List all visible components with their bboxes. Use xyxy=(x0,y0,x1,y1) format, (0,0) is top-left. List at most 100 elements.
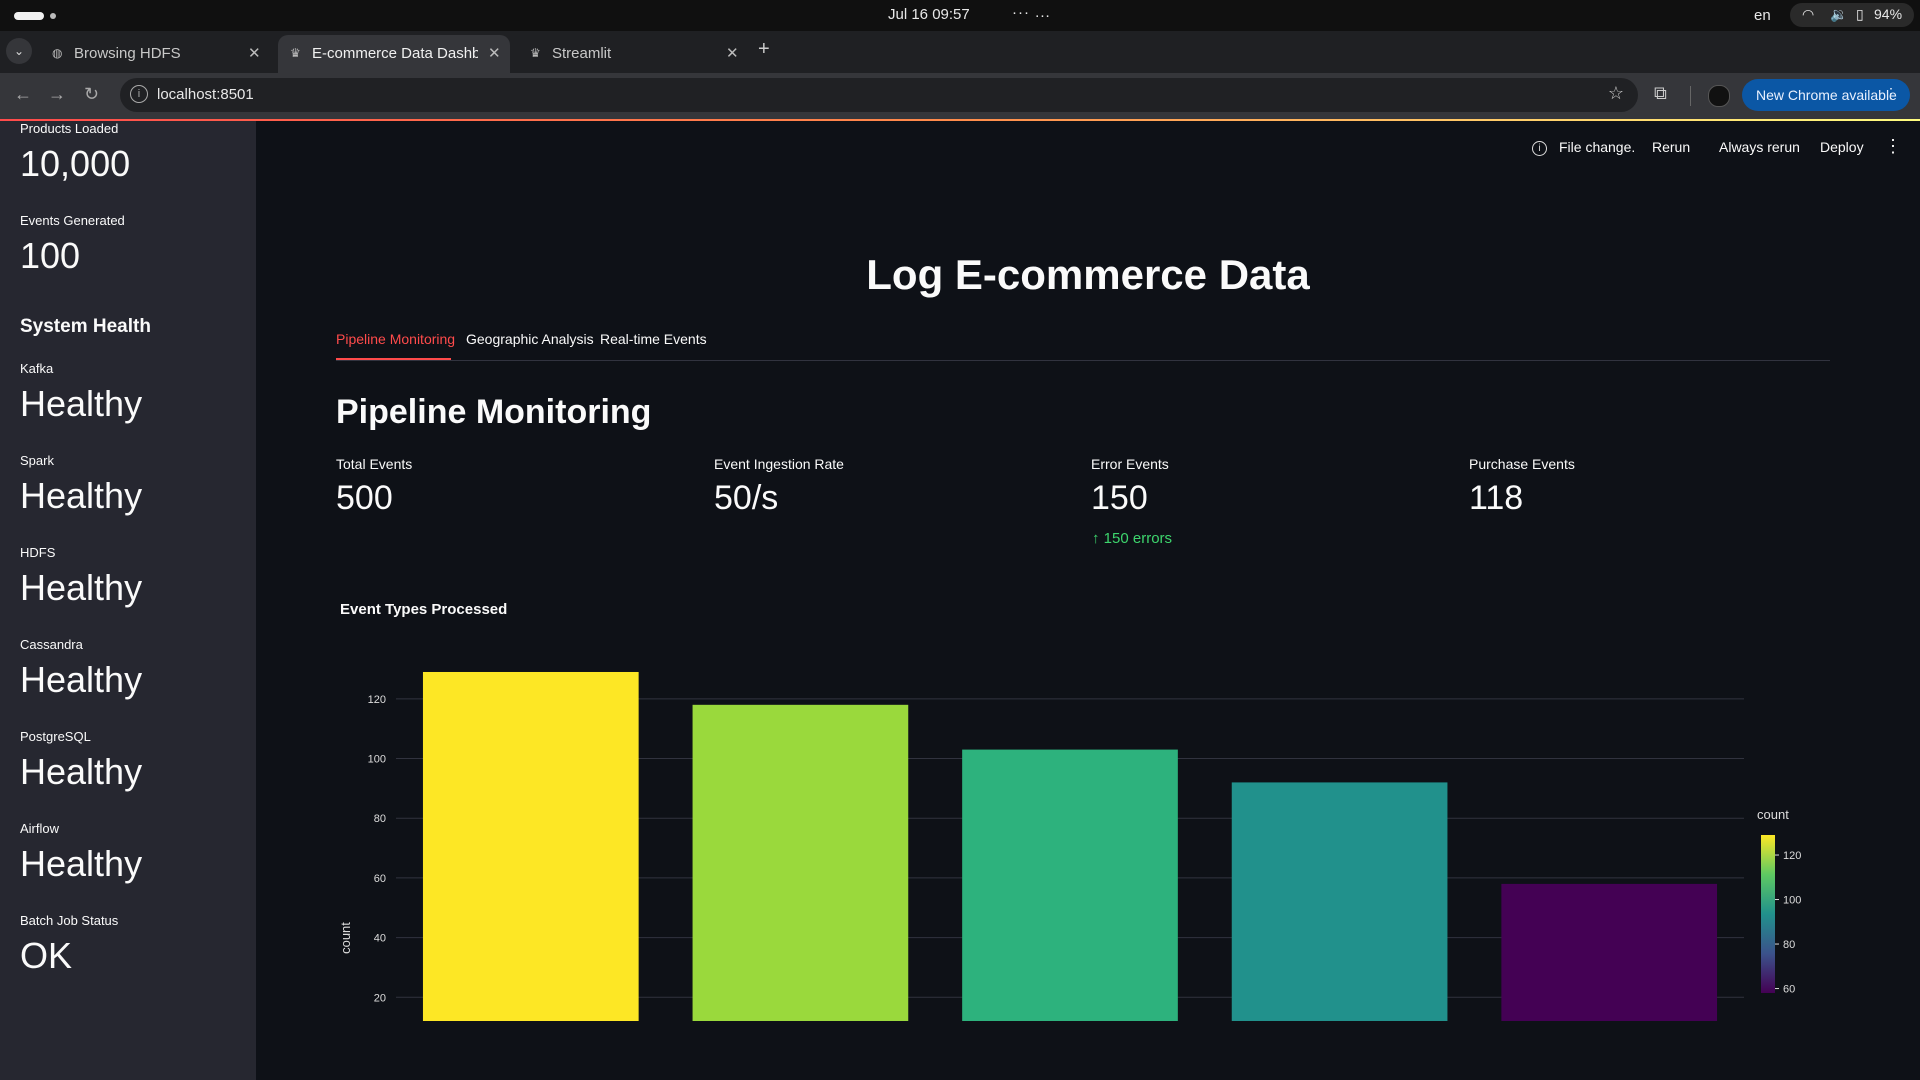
service-postgresql-status: Healthy xyxy=(20,751,143,792)
service-cassandra-status: Healthy xyxy=(20,659,143,700)
products-loaded-label: Products Loaded xyxy=(20,121,119,136)
kebab-menu-icon: ⋮ xyxy=(1884,85,1898,101)
y-tick-label: 80 xyxy=(374,813,386,825)
active-tab-underline xyxy=(336,358,451,360)
browser-tab-hdfs[interactable]: ◍ Browsing HDFS ✕ xyxy=(40,35,270,73)
bar-search xyxy=(422,671,639,1021)
close-tab-icon[interactable]: ✕ xyxy=(248,44,261,62)
tab-label: E-commerce Data Dashb xyxy=(312,45,478,62)
tab-label: Browsing HDFS xyxy=(74,45,181,62)
forward-arrow-icon[interactable]: → xyxy=(48,84,66,105)
bar-order_failed xyxy=(1231,782,1448,1021)
metric-error-delta-text: 150 errors xyxy=(1103,530,1173,547)
colorbar-title: count xyxy=(1757,807,1789,822)
metric-purchase-events-value: 118 xyxy=(1469,479,1524,517)
service-hdfs-status: Healthy xyxy=(20,567,143,608)
chart-bars xyxy=(422,671,1718,1021)
profile-avatar[interactable] xyxy=(1708,85,1730,107)
back-arrow-icon[interactable]: ← xyxy=(14,84,32,105)
colorbar-gradient xyxy=(1761,835,1775,993)
service-airflow-status: Healthy xyxy=(20,843,143,884)
y-tick-label: 100 xyxy=(368,754,386,766)
url-text[interactable]: localhost:8501 xyxy=(157,86,254,103)
y-tick-label: 120 xyxy=(368,694,386,706)
colorbar-tick-label: 100 xyxy=(1783,895,1801,907)
tab-label: Streamlit xyxy=(552,45,612,62)
event-types-bar-chart[interactable]: 020406080100120 searchpurchaseorder_comp… xyxy=(336,641,1856,1021)
chrome-update-button[interactable]: New Chrome available ⋮ xyxy=(1742,79,1910,111)
tab-pipeline-monitoring[interactable]: Pipeline Monitoring xyxy=(336,331,455,347)
products-loaded-value: 10,000 xyxy=(20,143,131,184)
file-change-status: File change. xyxy=(1559,139,1636,155)
y-tick-label: 40 xyxy=(374,933,386,945)
colorbar-ticks: 60 80 100 120 xyxy=(1775,850,1801,996)
metric-error-events-label: Error Events xyxy=(1091,456,1169,472)
extensions-puzzle-icon[interactable]: ⧉ xyxy=(1654,83,1667,104)
workspace-dot xyxy=(50,13,56,19)
section-title: Pipeline Monitoring xyxy=(336,393,652,431)
address-bar[interactable]: i localhost:8501 ☆ xyxy=(120,78,1638,112)
battery-percent: 94% xyxy=(1874,6,1903,22)
info-circle-icon: i xyxy=(1532,141,1547,156)
chart-title: Event Types Processed xyxy=(340,601,508,618)
streamlit-crown-icon: ♛ xyxy=(530,46,541,60)
metric-error-events-value: 150 xyxy=(1091,479,1148,517)
battery-icon: ▯ xyxy=(1856,6,1864,22)
metric-ingestion-rate-label: Event Ingestion Rate xyxy=(714,456,844,472)
y-axis-ticks: 020406080100120 xyxy=(368,694,386,1004)
tab-divider xyxy=(336,360,1830,361)
service-kafka-status: Healthy xyxy=(20,383,143,424)
metric-purchase-events-label: Purchase Events xyxy=(1469,456,1575,472)
os-clock[interactable]: Jul 16 09:57 xyxy=(888,6,970,23)
sidebar: Products Loaded 10,000 Events Generated … xyxy=(0,121,256,1080)
metric-total-events-label: Total Events xyxy=(336,456,413,472)
tab-geographic-analysis[interactable]: Geographic Analysis xyxy=(466,331,594,347)
rerun-button[interactable]: Rerun xyxy=(1652,139,1690,155)
tab-search-chevron-icon[interactable]: ⌄ xyxy=(6,38,32,64)
wifi-icon: ◠ xyxy=(1802,6,1815,22)
color-scale-legend: count 60 80 100 120 xyxy=(1757,807,1801,996)
y-tick-label: 60 xyxy=(374,873,386,885)
toolbar-divider xyxy=(1690,86,1691,106)
bar-error xyxy=(1501,883,1718,1021)
events-generated-value: 100 xyxy=(20,235,81,276)
activities-indicator[interactable] xyxy=(14,12,44,20)
tab-real-time-events[interactable]: Real-time Events xyxy=(600,331,707,347)
main-menu-kebab-icon[interactable]: ⋮ xyxy=(1884,136,1902,157)
keyboard-language[interactable]: en xyxy=(1754,7,1771,24)
batch-job-label: Batch Job Status xyxy=(20,913,119,928)
os-top-bar: Jul 16 09:57 ··· ... en ◠ 🔉 ▯ 94% xyxy=(0,0,1920,31)
new-tab-plus-icon[interactable]: + xyxy=(758,38,770,61)
page-title: Log E-commerce Data xyxy=(866,251,1310,298)
browser-toolbar: ← → ↻ i localhost:8501 ☆ ⧉ New Chrome av… xyxy=(0,73,1920,119)
browser-tab-streamlit[interactable]: ♛ Streamlit ✕ xyxy=(518,35,750,73)
colorbar-tick-label: 60 xyxy=(1783,984,1795,996)
browser-tab-strip: ⌄ ◍ Browsing HDFS ✕ ♛ E-commerce Data Da… xyxy=(0,31,1920,73)
bar-order_complete xyxy=(962,749,1178,1021)
y-tick-label: 20 xyxy=(374,992,386,1004)
batch-job-value: OK xyxy=(20,935,73,976)
service-spark-label: Spark xyxy=(20,453,54,468)
chrome-update-label: New Chrome available xyxy=(1756,87,1897,103)
always-rerun-button[interactable]: Always rerun xyxy=(1719,139,1800,155)
globe-icon: ◍ xyxy=(52,46,63,60)
system-tray[interactable]: ◠ 🔉 ▯ 94% xyxy=(1790,3,1914,27)
service-airflow-label: Airflow xyxy=(20,821,60,836)
browser-tab-dashboard[interactable]: ♛ E-commerce Data Dashb ✕ xyxy=(278,35,510,73)
deploy-button[interactable]: Deploy xyxy=(1820,139,1864,155)
os-status-dots: ··· ... xyxy=(1012,4,1051,21)
close-tab-icon[interactable]: ✕ xyxy=(726,44,739,62)
bookmark-star-icon[interactable]: ☆ xyxy=(1608,83,1624,104)
bar-purchase xyxy=(692,704,909,1021)
metric-ingestion-rate-value: 50/s xyxy=(714,479,779,517)
colorbar-tick-label: 120 xyxy=(1783,850,1801,862)
main-content: i File change. Rerun Always rerun Deploy… xyxy=(256,121,1920,1080)
metric-error-delta: ↑ 150 errors xyxy=(1092,530,1172,547)
events-generated-label: Events Generated xyxy=(20,213,125,228)
arrow-up-icon: ↑ xyxy=(1092,530,1100,547)
colorbar-tick-label: 80 xyxy=(1783,939,1795,951)
close-tab-icon[interactable]: ✕ xyxy=(488,44,501,62)
site-info-icon[interactable]: i xyxy=(130,85,148,103)
service-spark-status: Healthy xyxy=(20,475,143,516)
reload-icon[interactable]: ↻ xyxy=(84,84,99,105)
